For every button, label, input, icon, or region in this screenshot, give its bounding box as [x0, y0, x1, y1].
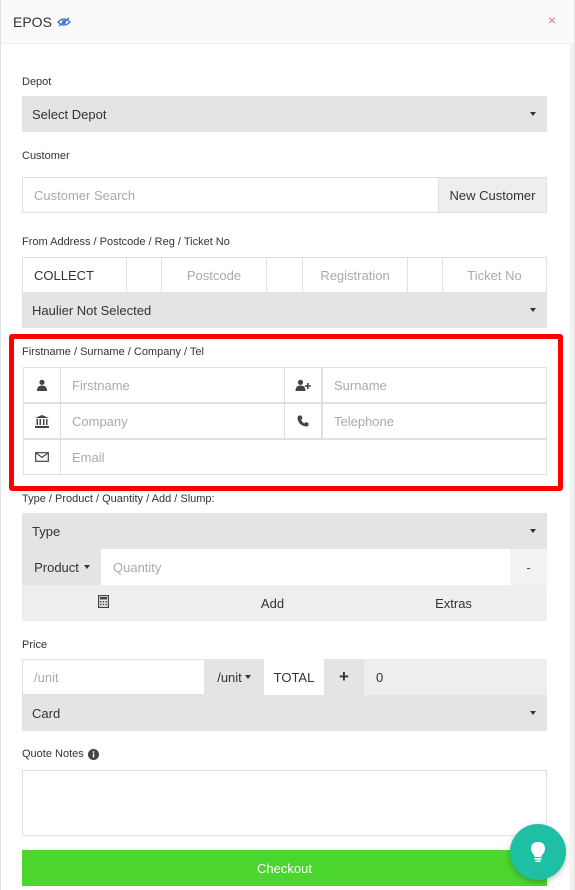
unit-dropdown-label: /unit [217, 669, 242, 685]
collect-value: COLLECT [34, 267, 94, 283]
quote-notes-label: Quote Notes [22, 748, 84, 760]
type-select[interactable]: Type [22, 513, 547, 549]
quote-notes-label-row: Quote Notes [22, 748, 99, 760]
postcode-input[interactable]: Postcode [161, 257, 267, 293]
collect-field[interactable]: COLLECT [22, 257, 127, 293]
address-spacer-1[interactable] [126, 257, 162, 293]
depot-label: Depot [22, 76, 52, 88]
chevron-down-icon [530, 711, 536, 715]
quote-notes-textarea[interactable] [22, 770, 547, 836]
epos-panel: EPOS × Depot Select Depot Customer Custo… [0, 0, 575, 890]
calculator-button[interactable] [22, 585, 185, 621]
type-select-value: Type [32, 523, 61, 539]
unit-price-input[interactable]: /unit [22, 659, 205, 695]
add-button[interactable]: Add [185, 585, 360, 621]
lightbulb-fab[interactable] [510, 824, 566, 880]
caret-down-icon [244, 675, 251, 679]
close-icon[interactable]: × [548, 12, 556, 28]
chevron-down-icon [530, 529, 536, 533]
total-value: 0 [364, 659, 547, 695]
payment-select[interactable]: Card [22, 695, 547, 731]
ticket-no-input[interactable]: Ticket No [442, 257, 547, 293]
extras-button[interactable]: Extras [360, 585, 547, 621]
scrollbar[interactable] [570, 44, 574, 890]
slump-field[interactable]: - [510, 549, 547, 585]
registration-input[interactable]: Registration [302, 257, 408, 293]
product-label: Type / Product / Quantity / Add / Slump: [22, 493, 215, 505]
caret-down-icon [83, 565, 90, 569]
plus-button[interactable]: + [324, 659, 364, 695]
haulier-select[interactable]: Haulier Not Selected [22, 292, 547, 328]
info-icon [87, 748, 99, 760]
slump-value: - [526, 559, 531, 575]
checkout-button[interactable]: Checkout [22, 850, 547, 886]
quantity-input[interactable]: Quantity [101, 549, 511, 585]
highlight-box [9, 334, 563, 491]
eye-icon[interactable] [56, 17, 71, 27]
panel-header: EPOS × [1, 0, 574, 44]
unit-price-placeholder: /unit [34, 669, 59, 685]
postcode-placeholder: Postcode [186, 267, 242, 283]
registration-placeholder: Registration [320, 267, 390, 283]
unit-dropdown-button[interactable]: /unit [204, 659, 264, 695]
product-dropdown-button[interactable]: Product [22, 549, 102, 585]
lightbulb-icon [530, 841, 546, 863]
customer-label: Customer [22, 150, 70, 162]
chevron-down-icon [530, 112, 536, 116]
address-spacer-2[interactable] [266, 257, 303, 293]
customer-search-placeholder: Customer Search [34, 187, 136, 203]
quantity-placeholder: Quantity [113, 559, 162, 575]
new-customer-button[interactable]: New Customer [438, 177, 547, 213]
customer-search-input[interactable]: Customer Search [22, 177, 439, 213]
haulier-select-value: Haulier Not Selected [32, 302, 152, 318]
price-label: Price [22, 639, 48, 651]
ticket-no-placeholder: Ticket No [467, 267, 522, 283]
address-spacer-3[interactable] [407, 257, 443, 293]
depot-select[interactable]: Select Depot [22, 96, 547, 132]
depot-select-value: Select Depot [32, 106, 107, 122]
total-label: TOTAL [264, 659, 324, 695]
panel-title: EPOS [13, 13, 52, 30]
chevron-down-icon [530, 308, 536, 312]
calculator-icon [98, 595, 110, 611]
address-label: From Address / Postcode / Reg / Ticket N… [22, 236, 230, 248]
product-button-label: Product [34, 559, 79, 575]
payment-select-value: Card [32, 705, 61, 721]
